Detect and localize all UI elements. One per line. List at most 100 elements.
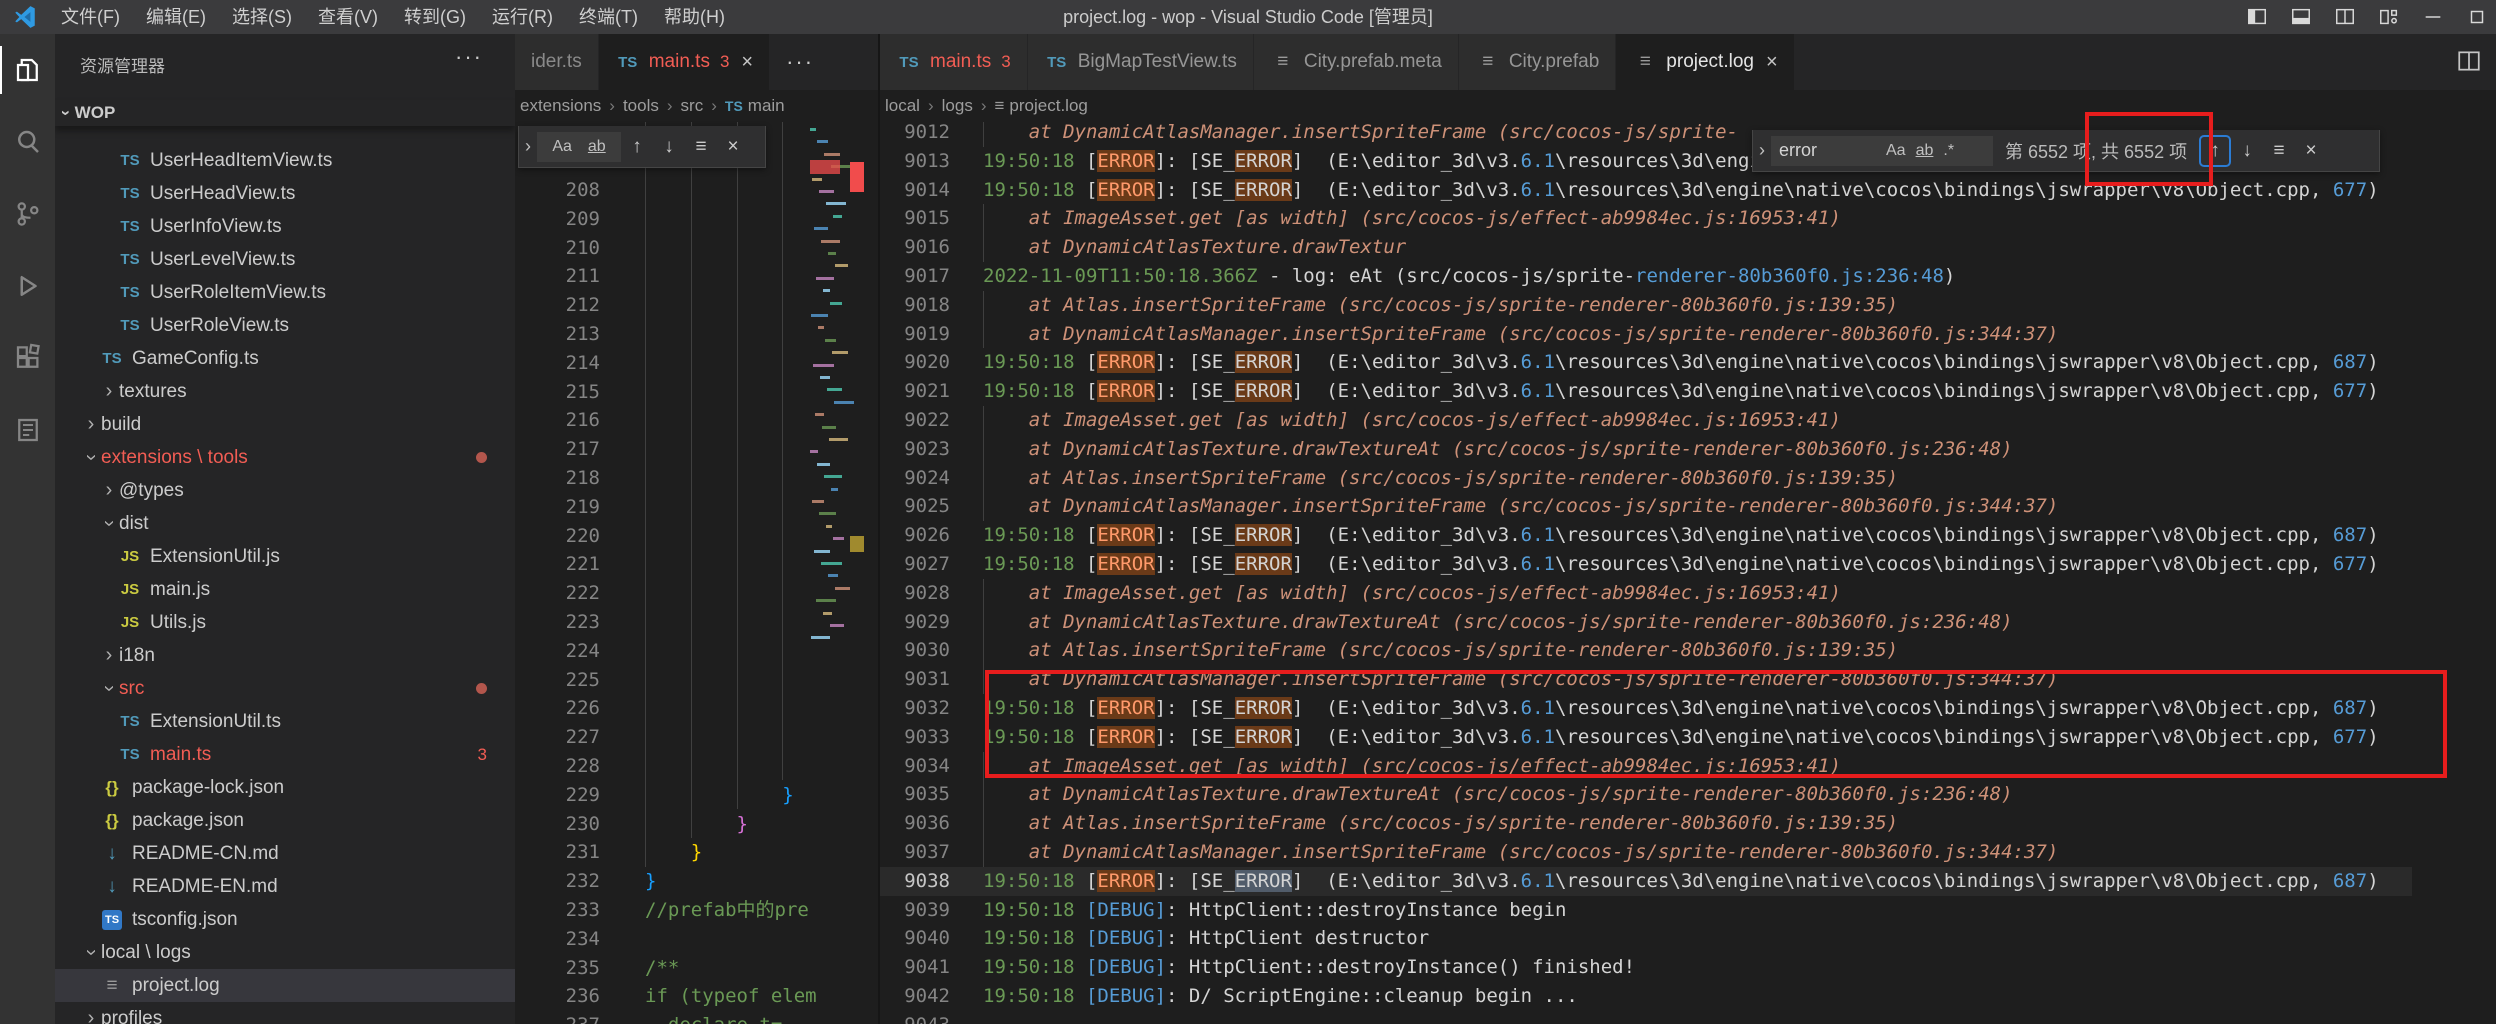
tab-BigMapTestView.ts[interactable]: TS BigMapTestView.ts — [1027, 34, 1254, 90]
code-line-233[interactable]: 233 //prefab中的pre — [515, 896, 880, 925]
minimap[interactable] — [810, 122, 854, 682]
editor-group-sash[interactable] — [878, 34, 880, 1024]
find-expand-chevron-icon[interactable]: › — [525, 136, 531, 157]
code-line-236[interactable]: 236 if (typeof elem — [515, 982, 880, 1011]
tree-item-package.json[interactable]: {} package.json — [55, 804, 515, 837]
menu-item-5[interactable]: 运行(R) — [479, 0, 566, 34]
log-line-9017[interactable]: 9017 2022-11-09T11:50:18.366Z - log: eAt … — [880, 262, 2412, 291]
log-line-9040[interactable]: 9040 19:50:18 [DEBUG]: HttpClient destruc… — [880, 924, 2412, 953]
log-line-9019[interactable]: 9019 at DynamicAtlasManager.insertSprite… — [880, 319, 2412, 349]
log-line-9043[interactable]: 9043 — [880, 1011, 2412, 1024]
activity-notebook-button[interactable] — [0, 394, 55, 466]
tree-item-textures[interactable]: › textures — [55, 375, 515, 408]
log-line-9041[interactable]: 9041 19:50:18 [DEBUG]: HttpClient::destro… — [880, 953, 2412, 982]
tree-item-local-logs[interactable]: › local \ logs — [55, 936, 515, 969]
activity-search-button[interactable] — [0, 106, 55, 178]
tree-item-GameConfig.ts[interactable]: TS GameConfig.ts — [55, 342, 515, 375]
maximize-button[interactable] — [2466, 6, 2488, 28]
find-close-button[interactable]: × — [717, 131, 749, 163]
breadcrumb-item[interactable]: logs — [942, 96, 973, 116]
whole-word-toggle[interactable]: ab — [1916, 142, 1934, 160]
tree-item-build[interactable]: › build — [55, 408, 515, 441]
find-in-selection-button[interactable]: ≡ — [2263, 135, 2295, 167]
find-previous-button[interactable]: ↑ — [621, 131, 653, 163]
log-line-9022[interactable]: 9022 at ImageAsset.get [as width] (src/c… — [880, 406, 2412, 435]
code-line-235[interactable]: 235 /** — [515, 954, 880, 983]
tree-item-dist[interactable]: › dist — [55, 507, 515, 540]
code-line-237[interactable]: 237 declare t= — [515, 1011, 880, 1024]
tree-item-UserHeadView.ts[interactable]: TS UserHeadView.ts — [55, 177, 515, 210]
log-line-9027[interactable]: 9027 19:50:18 [ERROR]: [SE_ERROR] (E:\edi… — [880, 550, 2412, 579]
tree-item-extensions-tools[interactable]: › extensions \ tools — [55, 441, 515, 474]
whole-word-toggle[interactable]: ab — [588, 138, 606, 156]
menu-item-3[interactable]: 查看(V) — [305, 0, 391, 34]
code-line-234[interactable]: 234 — [515, 925, 880, 954]
tree-item-UserRoleItemView.ts[interactable]: TS UserRoleItemView.ts — [55, 276, 515, 309]
breadcrumb-item[interactable]: tools — [623, 96, 659, 116]
tree-item-README-CN.md[interactable]: ↓ README-CN.md — [55, 837, 515, 870]
tab-ider.ts[interactable]: ider.ts — [515, 34, 599, 90]
breadcrumb-file[interactable]: main — [748, 96, 785, 116]
tree-item-src[interactable]: › src — [55, 672, 515, 705]
log-line-9029[interactable]: 9029 at DynamicAtlasTexture.drawTextureA… — [880, 607, 2412, 637]
tree-item-Utils.js[interactable]: JS Utils.js — [55, 606, 515, 639]
find-in-selection-button[interactable]: ≡ — [685, 131, 717, 163]
log-line-9016[interactable]: 9016 at DynamicAtlasTexture.drawTextur — [880, 233, 2412, 262]
log-line-9015[interactable]: 9015 at ImageAsset.get [as width] (src/c… — [880, 204, 2412, 234]
log-line-9020[interactable]: 9020 19:50:18 [ERROR]: [SE_ERROR] (E:\edi… — [880, 348, 2412, 377]
tree-item-project.log[interactable]: ≡ project.log — [55, 969, 515, 1002]
log-line-9035[interactable]: 9035 at DynamicAtlasTexture.drawTextureA… — [880, 780, 2412, 810]
activity-extensions-button[interactable] — [0, 322, 55, 394]
tree-item-UserInfoView.ts[interactable]: TS UserInfoView.ts — [55, 210, 515, 243]
sidebar-more-actions-button[interactable]: ··· — [455, 44, 483, 70]
log-line-9025[interactable]: 9025 at DynamicAtlasManager.insertSprite… — [880, 492, 2412, 522]
menu-item-4[interactable]: 转到(G) — [391, 0, 479, 34]
toggle-primary-sidebar-button[interactable] — [2246, 6, 2268, 28]
activity-source-control-button[interactable] — [0, 178, 55, 250]
find-next-button[interactable]: ↓ — [653, 131, 685, 163]
tab-main.ts[interactable]: TS main.ts 3 × — [598, 34, 771, 90]
breadcrumb-item[interactable]: extensions — [520, 96, 601, 116]
code-line-227[interactable]: 227 — [515, 723, 880, 752]
tab-City.prefab[interactable]: ≡ City.prefab — [1458, 34, 1617, 90]
log-line-9021[interactable]: 9021 19:50:18 [ERROR]: [SE_ERROR] (E:\edi… — [880, 377, 2412, 406]
tab-project.log[interactable]: ≡ project.log × — [1616, 34, 1795, 90]
minimize-button[interactable] — [2422, 6, 2444, 28]
find-input-collapsed[interactable]: Aa ab — [537, 131, 621, 162]
overview-ruler[interactable] — [846, 122, 870, 1024]
activity-run-debug-button[interactable] — [0, 250, 55, 322]
tree-item-ExtensionUtil.js[interactable]: JS ExtensionUtil.js — [55, 540, 515, 573]
breadcrumb-file[interactable]: project.log — [1009, 96, 1087, 116]
log-line-9039[interactable]: 9039 19:50:18 [DEBUG]: HttpClient::destro… — [880, 896, 2412, 925]
log-line-9026[interactable]: 9026 19:50:18 [ERROR]: [SE_ERROR] (E:\edi… — [880, 521, 2412, 550]
code-line-230[interactable]: 230 } — [515, 810, 880, 839]
breadcrumb-group-2[interactable]: local › logs › ≡ project.log — [885, 90, 1585, 122]
close-icon[interactable]: × — [1766, 51, 1778, 74]
toggle-panel-button[interactable] — [2290, 6, 2312, 28]
search-input[interactable] — [1771, 140, 1881, 161]
toggle-secondary-sidebar-button[interactable] — [2334, 6, 2356, 28]
code-line-228[interactable]: 228 — [515, 752, 880, 781]
log-line-9037[interactable]: 9037 at DynamicAtlasManager.insertSprite… — [880, 838, 2412, 867]
menu-item-0[interactable]: 文件(F) — [48, 0, 133, 34]
menu-item-7[interactable]: 帮助(H) — [651, 0, 738, 34]
log-line-9038[interactable]: 9038 19:50:18 [ERROR]: [SE_ERROR] (E:\edi… — [880, 866, 2412, 896]
menu-item-6[interactable]: 终端(T) — [566, 0, 651, 34]
tree-item-@types[interactable]: › @types — [55, 474, 515, 507]
regex-toggle[interactable]: .* — [1943, 142, 1954, 160]
log-line-9036[interactable]: 9036 at Atlas.insertSpriteFrame (src/coc… — [880, 809, 2412, 838]
more-tabs-button[interactable]: ··· — [770, 34, 830, 90]
log-line-9030[interactable]: 9030 at Atlas.insertSpriteFrame (src/coc… — [880, 636, 2412, 666]
log-line-9024[interactable]: 9024 at Atlas.insertSpriteFrame (src/coc… — [880, 463, 2412, 493]
menu-item-2[interactable]: 选择(S) — [219, 0, 305, 34]
activity-explorer-button[interactable] — [0, 34, 55, 106]
tree-item-package-lock.json[interactable]: {} package-lock.json — [55, 771, 515, 804]
customize-layout-button[interactable] — [2378, 6, 2400, 28]
log-line-9028[interactable]: 9028 at ImageAsset.get [as width] (src/c… — [880, 578, 2412, 608]
tab-City.prefab.meta[interactable]: ≡ City.prefab.meta — [1253, 34, 1459, 90]
split-editor-icon[interactable] — [2456, 48, 2482, 74]
find-next-button[interactable]: ↓ — [2231, 135, 2263, 167]
code-line-229[interactable]: 229 } — [515, 781, 880, 810]
code-line-226[interactable]: 226 — [515, 694, 880, 723]
log-line-9023[interactable]: 9023 at DynamicAtlasTexture.drawTextureA… — [880, 434, 2412, 464]
